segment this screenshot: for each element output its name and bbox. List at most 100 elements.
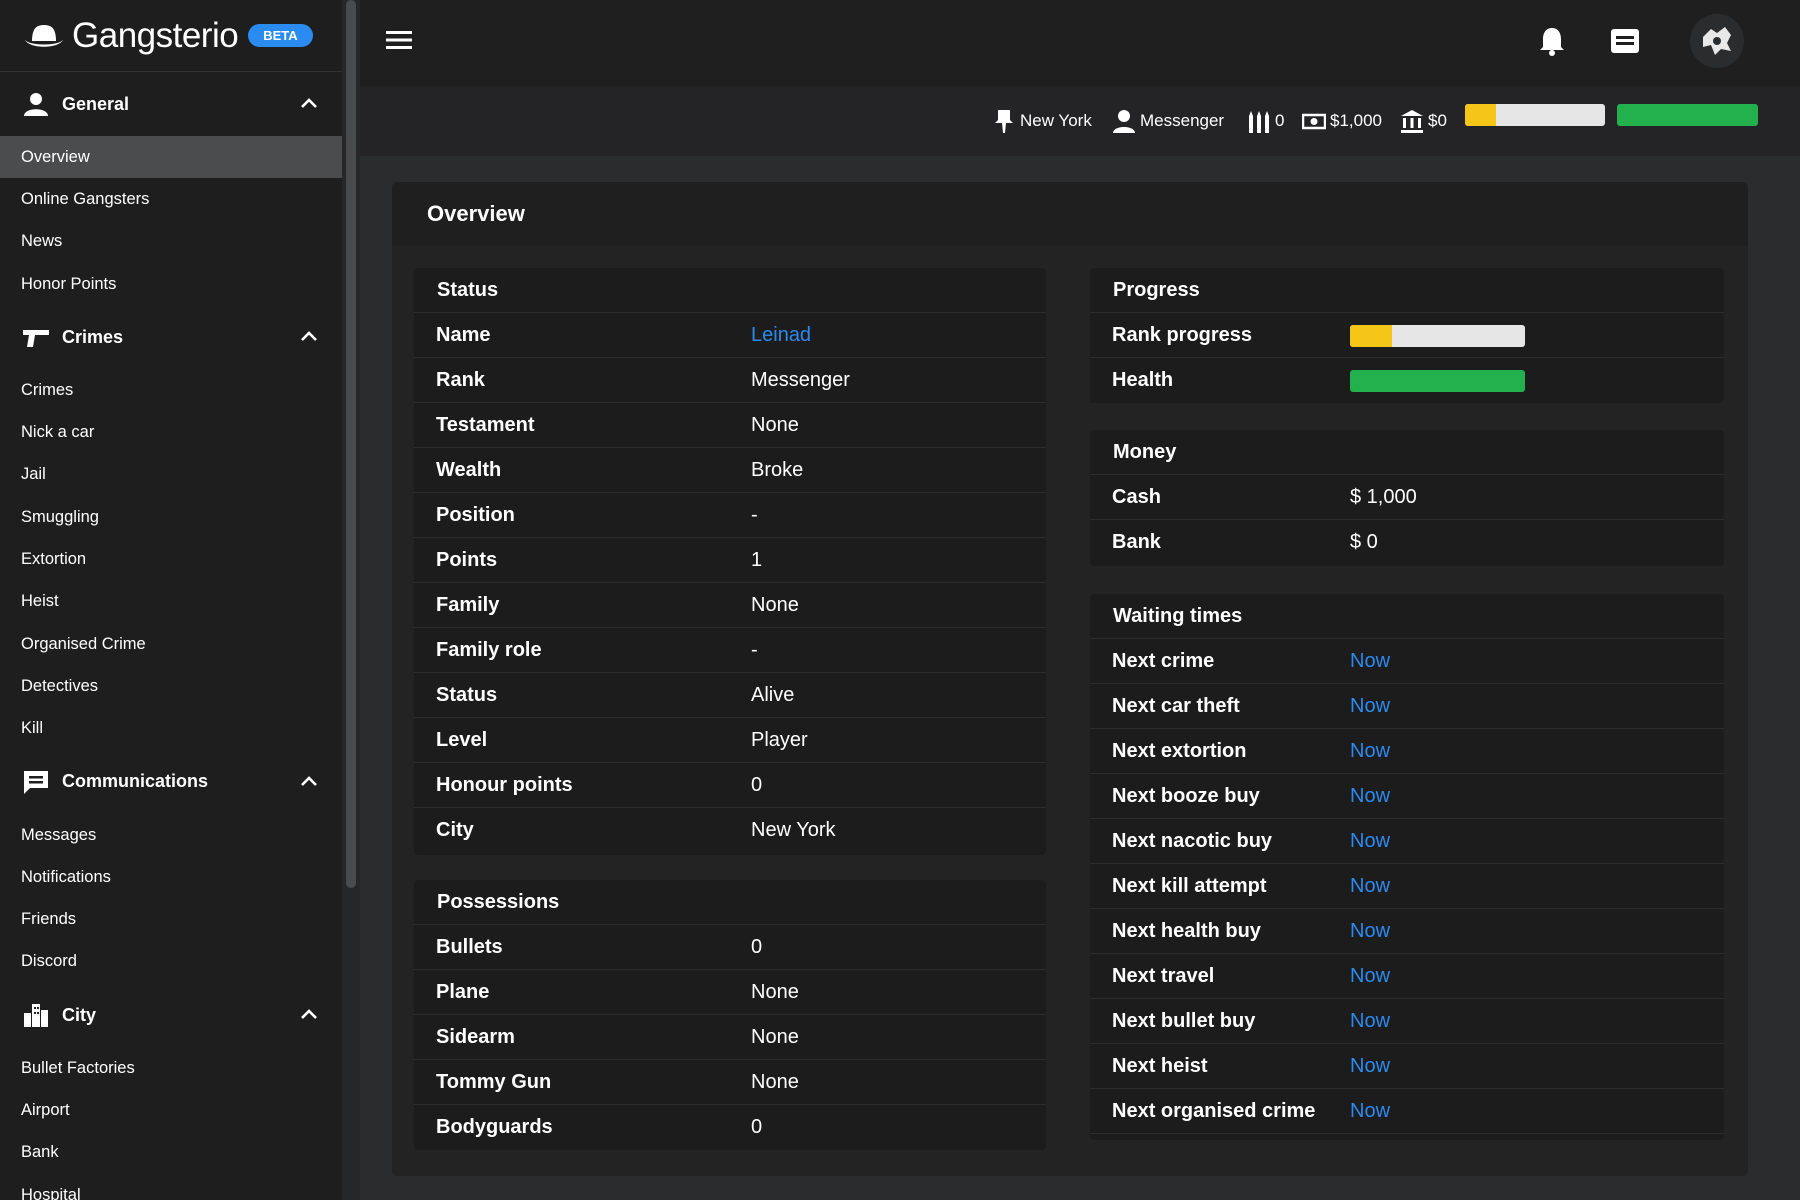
- waiting-label: Next organised crime: [1112, 1099, 1316, 1122]
- waiting-label: Next health buy: [1112, 919, 1261, 942]
- possessions-row-plane: Plane None: [414, 970, 1046, 1015]
- sidebar-item-jail[interactable]: Jail: [0, 454, 342, 496]
- sidebar-item-messages[interactable]: Messages: [0, 814, 342, 856]
- possessions-label: Sidearm: [436, 1025, 515, 1048]
- sidebar-item-nick-a-car[interactable]: Nick a car: [0, 411, 342, 453]
- possessions-label: Plane: [436, 980, 490, 1003]
- sidebar-section-crimes[interactable]: Crimes: [0, 305, 342, 369]
- rank-progress-row: Rank progress: [1090, 313, 1724, 358]
- sidebar-section-communications[interactable]: Communications: [0, 750, 342, 814]
- waiting-value[interactable]: Now: [1350, 695, 1390, 718]
- chat-icon: [24, 770, 48, 794]
- waiting-label: Next car theft: [1112, 694, 1240, 717]
- waiting-value[interactable]: Now: [1350, 1100, 1390, 1123]
- money-card: Money Cash $ 1,000 Bank $ 0: [1090, 430, 1724, 566]
- overview-panel: Overview Status Name Leinad Rank Messenger T…: [392, 182, 1748, 1176]
- sidebar-item-heist[interactable]: Heist: [0, 581, 342, 623]
- sidebar-section-city[interactable]: City: [0, 983, 342, 1047]
- status-row-position: Position -: [414, 493, 1046, 538]
- sidebar-item-friends[interactable]: Friends: [0, 898, 342, 940]
- hamburger-menu-icon[interactable]: [384, 28, 414, 52]
- possessions-value: 0: [751, 935, 763, 958]
- waiting-value[interactable]: Now: [1350, 785, 1390, 808]
- card-health-fill: [1350, 370, 1525, 392]
- sidebar-item-detectives[interactable]: Detectives: [0, 665, 342, 707]
- sidebar-item-smuggling[interactable]: Smuggling: [0, 496, 342, 538]
- sidebar-scrollbar[interactable]: [346, 0, 356, 888]
- chevron-up-icon[interactable]: [298, 326, 320, 348]
- sidebar-section-label: City: [62, 1004, 97, 1025]
- waiting-value[interactable]: Now: [1350, 875, 1390, 898]
- status-label: Position: [436, 503, 515, 526]
- rank-stat: Messenger: [1112, 106, 1224, 136]
- sidebar-item-discord[interactable]: Discord: [0, 941, 342, 983]
- message-icon[interactable]: [1608, 24, 1642, 58]
- sidebar-section-general[interactable]: General: [0, 72, 342, 136]
- money-value: $ 1,000: [1350, 485, 1417, 508]
- status-value: Player: [751, 728, 808, 751]
- possessions-rows: Bullets 0 Plane None Sidearm None Tommy Gun Non…: [414, 925, 1046, 1150]
- waiting-row-next-travel: Next travel Now: [1090, 954, 1724, 999]
- pin-icon: [995, 110, 1013, 133]
- possessions-value: 0: [751, 1116, 763, 1138]
- sidebar-item-overview[interactable]: Overview: [0, 136, 342, 179]
- waiting-row-next-organised-crime: Next organised crime Now: [1090, 1089, 1724, 1134]
- waiting-label: Next travel: [1112, 964, 1215, 987]
- sidebar-item-online-gangsters[interactable]: Online Gangsters: [0, 178, 342, 220]
- topbar: [360, 0, 1800, 86]
- possessions-row-sidearm: Sidearm None: [414, 1015, 1046, 1060]
- sidebar-item-honor-points[interactable]: Honor Points: [0, 263, 342, 305]
- possessions-row-bullets: Bullets 0: [414, 925, 1046, 970]
- status-bar: New York Messenger 0 $1,000 $0: [360, 86, 1800, 156]
- waiting-row-next-car-theft: Next car theft Now: [1090, 684, 1724, 729]
- sidebar-item-bullet-factories[interactable]: Bullet Factories: [0, 1047, 342, 1089]
- status-rows: Name Leinad Rank Messenger Testament None Weal…: [414, 313, 1046, 853]
- progress-card: Progress Rank progress Health: [1090, 268, 1724, 403]
- waiting-row-next-booze-buy: Next booze buy Now: [1090, 774, 1724, 819]
- possessions-value: None: [751, 980, 799, 1003]
- user-icon: [24, 93, 48, 116]
- status-label: Name: [436, 323, 491, 346]
- status-card-title: Status: [414, 268, 1046, 313]
- possessions-row-bodyguards: Bodyguards 0: [414, 1105, 1046, 1150]
- waiting-label: Next heist: [1112, 1054, 1208, 1077]
- status-label: Rank: [436, 368, 485, 391]
- waiting-value[interactable]: Now: [1350, 650, 1390, 673]
- possessions-row-tommy-gun: Tommy Gun None: [414, 1060, 1046, 1105]
- sidebar-item-kill[interactable]: Kill: [0, 708, 342, 750]
- card-health-bar: [1350, 370, 1525, 392]
- chevron-up-icon[interactable]: [298, 1004, 320, 1026]
- chevron-up-icon[interactable]: [298, 93, 320, 115]
- sidebar-item-crimes[interactable]: Crimes: [0, 369, 342, 411]
- waiting-value[interactable]: Now: [1350, 1010, 1390, 1033]
- sidebar-item-hospital[interactable]: Hospital: [0, 1174, 342, 1200]
- waiting-value[interactable]: Now: [1350, 830, 1390, 853]
- chevron-up-icon[interactable]: [298, 771, 320, 793]
- status-row-family-role: Family role -: [414, 628, 1046, 673]
- sidebar-item-airport[interactable]: Airport: [0, 1089, 342, 1131]
- status-value[interactable]: Leinad: [751, 324, 811, 347]
- sidebar-item-notifications[interactable]: Notifications: [0, 856, 342, 898]
- waiting-row-next-heist: Next heist Now: [1090, 1044, 1724, 1089]
- rank-progress-fill: [1465, 104, 1496, 126]
- bank-icon: [1401, 110, 1423, 133]
- waiting-row-next-bullet-buy: Next bullet buy Now: [1090, 999, 1724, 1044]
- sidebar-item-extortion[interactable]: Extortion: [0, 538, 342, 580]
- avatar[interactable]: [1690, 14, 1744, 68]
- waiting-value[interactable]: Now: [1350, 965, 1390, 988]
- waiting-label: Next crime: [1112, 649, 1215, 672]
- waiting-row-next-extortion: Next extortion Now: [1090, 729, 1724, 774]
- brand-name: Gangsterio: [72, 15, 239, 55]
- status-value: None: [751, 593, 799, 616]
- brand[interactable]: Gangsterio BETA: [0, 0, 342, 72]
- sidebar-item-organised-crime[interactable]: Organised Crime: [0, 623, 342, 665]
- waiting-value[interactable]: Now: [1350, 740, 1390, 763]
- status-row-level: Level Player: [414, 718, 1046, 763]
- money-label: Bank: [1112, 531, 1161, 553]
- sidebar-item-news[interactable]: News: [0, 221, 342, 263]
- waiting-value[interactable]: Now: [1350, 920, 1390, 943]
- health-label: Health: [1112, 369, 1174, 391]
- bell-icon[interactable]: [1535, 24, 1569, 58]
- sidebar-item-bank[interactable]: Bank: [0, 1132, 342, 1174]
- waiting-value[interactable]: Now: [1350, 1055, 1390, 1078]
